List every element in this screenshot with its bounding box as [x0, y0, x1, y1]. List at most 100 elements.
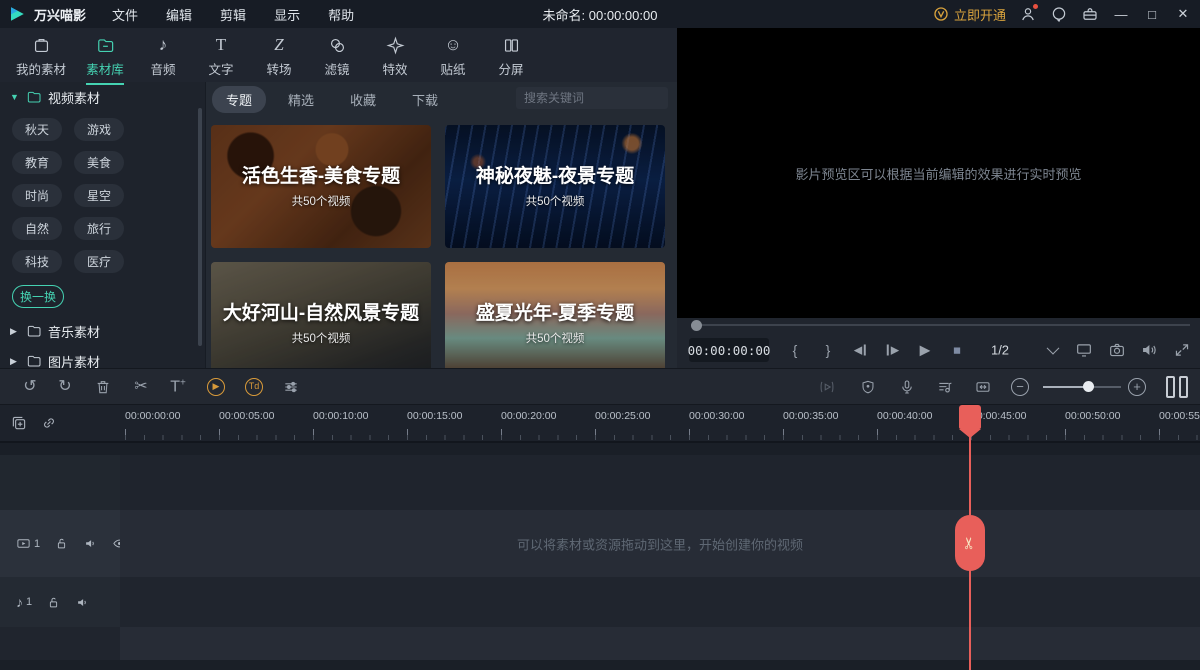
- video-track-lane[interactable]: 1 可以将素材或资源拖动到这里，开始创建你的视频: [0, 510, 1200, 577]
- tag-education[interactable]: 教育: [12, 151, 62, 174]
- current-timecode: 00:00:00:00: [689, 338, 769, 362]
- sidebar-section-music[interactable]: ▶ 音乐素材: [0, 316, 205, 346]
- tab-stickers[interactable]: ☺ 贴纸: [424, 32, 482, 78]
- menu-help[interactable]: 帮助: [328, 5, 354, 24]
- stop-button[interactable]: ■: [953, 343, 961, 358]
- mute-track-icon[interactable]: [75, 595, 90, 610]
- account-icon[interactable]: [1019, 5, 1037, 23]
- tag-starry-sky[interactable]: 星空: [74, 184, 124, 207]
- sidebar-section-video[interactable]: ▼ 视频素材: [0, 82, 205, 112]
- layout-panels-icon[interactable]: [1166, 376, 1188, 398]
- audio-track-lane[interactable]: ♪ 1: [0, 577, 1200, 627]
- timeline-ruler[interactable]: 00:00:00:00 00:00:05:00 00:00:10:00 00:0…: [0, 405, 1200, 443]
- tab-split-screen[interactable]: 分屏: [482, 32, 540, 78]
- tab-transition[interactable]: Z 转场: [250, 32, 308, 78]
- mute-track-icon[interactable]: [83, 536, 98, 551]
- zoom-out-icon[interactable]: −: [1011, 378, 1029, 396]
- timeline-zoom-slider[interactable]: [1043, 386, 1121, 388]
- tag-medical[interactable]: 医疗: [74, 250, 124, 273]
- window-maximize-button[interactable]: □: [1143, 7, 1161, 22]
- topic-card-night[interactable]: 神秘夜魅-夜景专题 共50个视频: [445, 125, 665, 248]
- tab-effects[interactable]: 特效: [366, 32, 424, 78]
- topic-card-nature[interactable]: 大好河山-自然风景专题 共50个视频: [211, 262, 431, 368]
- toolbox-icon[interactable]: [1081, 5, 1099, 23]
- split-scissors-icon[interactable]: ✂: [134, 379, 147, 395]
- seekbar-handle[interactable]: [691, 320, 702, 331]
- audio-track-header: ♪ 1: [0, 577, 120, 627]
- lane-body[interactable]: [120, 455, 1200, 510]
- mark-in-icon[interactable]: {: [793, 342, 798, 358]
- preview-seekbar[interactable]: [677, 318, 1200, 332]
- tag-travel[interactable]: 旅行: [74, 217, 124, 240]
- scissors-icon: ✂: [960, 536, 980, 549]
- snapshot-camera-icon[interactable]: [1108, 341, 1127, 360]
- next-frame-button[interactable]: ▶: [887, 344, 899, 357]
- add-text-icon[interactable]: T+: [170, 378, 186, 395]
- support-icon[interactable]: [1050, 5, 1068, 23]
- tab-text[interactable]: T 文字: [192, 32, 250, 78]
- chevron-down-icon[interactable]: [1047, 342, 1060, 355]
- tag-food[interactable]: 美食: [74, 151, 124, 174]
- previous-frame-button[interactable]: ◀: [854, 344, 866, 357]
- audio-track-body[interactable]: [120, 577, 1200, 627]
- playhead-split-button[interactable]: ✂: [955, 515, 985, 571]
- lock-track-icon[interactable]: [46, 595, 61, 610]
- tab-audio[interactable]: ♪ 音频: [134, 32, 192, 78]
- menu-clip[interactable]: 剪辑: [220, 5, 246, 24]
- mark-out-icon[interactable]: }: [826, 342, 831, 358]
- library-tab-topics[interactable]: 专题: [212, 86, 266, 113]
- timeline-empty-lane-lower[interactable]: [0, 627, 1200, 660]
- display-device-icon[interactable]: [1075, 341, 1094, 360]
- lock-track-icon[interactable]: [54, 536, 69, 551]
- audio-mixer-icon[interactable]: [937, 378, 954, 395]
- redo-icon[interactable]: ↻: [58, 379, 71, 395]
- topic-card-summer[interactable]: 盛夏光年-夏季专题 共50个视频: [445, 262, 665, 368]
- undo-icon[interactable]: ↺: [23, 379, 36, 395]
- tag-technology[interactable]: 科技: [12, 250, 62, 273]
- manage-tracks-icon[interactable]: [10, 414, 28, 437]
- tab-filter[interactable]: 滤镜: [308, 32, 366, 78]
- link-clips-icon[interactable]: [40, 414, 58, 437]
- menu-file[interactable]: 文件: [112, 5, 138, 24]
- fit-timeline-icon[interactable]: [975, 378, 992, 395]
- upgrade-button[interactable]: 立即开通: [933, 5, 1006, 24]
- tag-fashion[interactable]: 时尚: [12, 184, 62, 207]
- tag-nature[interactable]: 自然: [12, 217, 62, 240]
- tag-game[interactable]: 游戏: [74, 118, 124, 141]
- topic-card-food[interactable]: 活色生香-美食专题 共50个视频: [211, 125, 431, 248]
- window-close-button[interactable]: ✕: [1174, 6, 1192, 22]
- motion-track-icon[interactable]: ▶: [207, 378, 225, 396]
- sidebar-scrollbar[interactable]: [198, 108, 202, 346]
- menu-edit[interactable]: 编辑: [166, 5, 192, 24]
- library-tab-downloads[interactable]: 下载: [398, 86, 452, 113]
- seekbar-track[interactable]: [691, 324, 1190, 326]
- record-voiceover-mic-icon[interactable]: [899, 378, 916, 395]
- play-button[interactable]: ▶: [920, 342, 931, 359]
- slider-handle[interactable]: [1083, 381, 1094, 392]
- library-tab-featured[interactable]: 精选: [274, 86, 328, 113]
- refresh-tags-button[interactable]: 换一换: [12, 285, 64, 308]
- volume-icon[interactable]: [1140, 341, 1159, 360]
- preview-scale-select[interactable]: 1/2: [991, 343, 1009, 358]
- delete-trash-icon[interactable]: [95, 378, 112, 395]
- menu-view[interactable]: 显示: [274, 5, 300, 24]
- render-preview-icon[interactable]: [819, 378, 836, 395]
- adjust-sliders-icon[interactable]: [283, 378, 300, 395]
- window-minimize-button[interactable]: —: [1112, 7, 1130, 22]
- text-to-speech-icon[interactable]: Td: [245, 378, 263, 396]
- tag-autumn[interactable]: 秋天: [12, 118, 62, 141]
- video-track-body[interactable]: 可以将素材或资源拖动到这里，开始创建你的视频: [120, 510, 1200, 577]
- timeline-drop-hint: 可以将素材或资源拖动到这里，开始创建你的视频: [120, 534, 1200, 553]
- timeline-panel: 00:00:00:00 00:00:05:00 00:00:10:00 00:0…: [0, 405, 1200, 670]
- library-tab-favorites[interactable]: 收藏: [336, 86, 390, 113]
- ruler-label: 00:00:00:00: [125, 410, 180, 422]
- zoom-in-icon[interactable]: +: [1128, 378, 1146, 396]
- lane-body[interactable]: [120, 627, 1200, 660]
- fullscreen-icon[interactable]: [1173, 341, 1192, 360]
- tab-stock-library[interactable]: 素材库: [76, 32, 134, 78]
- search-input[interactable]: [516, 91, 677, 105]
- tab-my-media[interactable]: 我的素材: [6, 32, 76, 78]
- marker-shield-icon[interactable]: [860, 378, 877, 395]
- playhead-handle[interactable]: [959, 405, 981, 429]
- timeline-empty-lane-upper[interactable]: [0, 455, 1200, 510]
